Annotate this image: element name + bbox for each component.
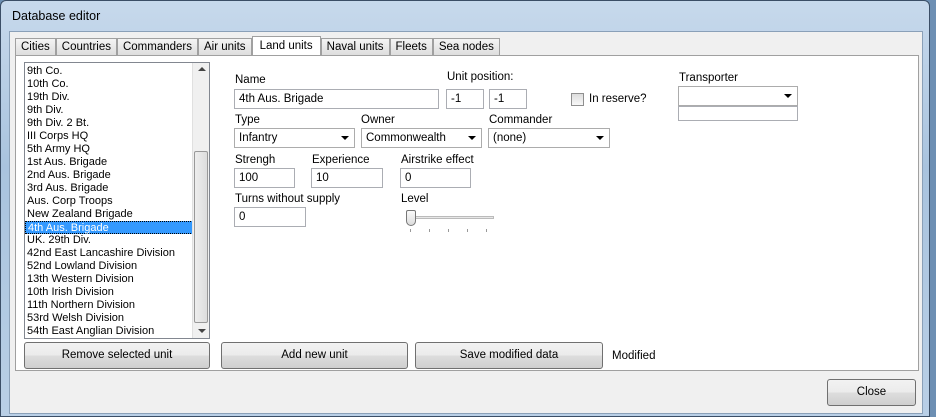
airstrike-input[interactable]: 0: [400, 168, 471, 188]
chevron-down-icon: [596, 136, 604, 140]
list-item[interactable]: 52nd Lowland Division: [25, 260, 209, 273]
list-item[interactable]: 42nd East Lancashire Division: [25, 247, 209, 260]
experience-label: Experience: [312, 154, 370, 166]
tab-air-units[interactable]: Air units: [198, 38, 252, 56]
list-item[interactable]: III Corps HQ: [25, 130, 209, 143]
list-item[interactable]: 19th Div.: [25, 91, 209, 104]
in-reserve-checkbox[interactable]: [571, 93, 584, 106]
list-item[interactable]: Aus. Corp Troops: [25, 195, 209, 208]
client-area: Cities Countries Commanders Air units Land u…: [9, 31, 923, 414]
owner-dropdown[interactable]: Commonwealth: [361, 128, 482, 148]
window-title: Database editor: [12, 9, 101, 23]
transporter-dropdown[interactable]: [678, 86, 798, 106]
list-item[interactable]: 11th Northern Division: [25, 299, 209, 312]
turns-input[interactable]: 0: [234, 207, 306, 227]
chevron-down-icon: [468, 136, 476, 140]
transporter-list[interactable]: [678, 106, 798, 121]
list-item[interactable]: 1st Aus. Brigade: [25, 156, 209, 169]
commander-dropdown[interactable]: (none): [488, 128, 610, 148]
turns-label: Turns without supply: [235, 193, 341, 205]
list-item[interactable]: 3rd Aus. Brigade: [25, 182, 209, 195]
chevron-down-icon: [784, 94, 792, 98]
chevron-down-icon: [341, 136, 349, 140]
list-item[interactable]: 9th Div. 2 Bt.: [25, 117, 209, 130]
name-label: Name: [235, 74, 266, 86]
list-item[interactable]: 54th East Anglian Division: [25, 325, 209, 338]
list-item[interactable]: 5th Army HQ: [25, 143, 209, 156]
tab-commanders[interactable]: Commanders: [116, 38, 199, 56]
owner-label: Owner: [361, 114, 395, 126]
tab-cities[interactable]: Cities: [15, 38, 56, 56]
scroll-down-icon[interactable]: [198, 329, 206, 333]
land-units-panel: 9th Co. 10th Co. 19th Div. 9th Div. 9th Div.…: [15, 55, 919, 371]
list-item[interactable]: 4th Aus. Brigade: [25, 221, 209, 234]
in-reserve-label: In reserve?: [589, 93, 647, 105]
type-dropdown[interactable]: Infantry: [234, 128, 355, 148]
experience-input[interactable]: 10: [311, 168, 383, 188]
level-label: Level: [401, 193, 429, 205]
strength-label: Strengh: [235, 154, 276, 166]
add-unit-button[interactable]: Add new unit: [221, 342, 408, 369]
list-item[interactable]: 10th Irish Division: [25, 286, 209, 299]
list-item[interactable]: New Zealand Brigade: [25, 208, 209, 221]
unit-list[interactable]: 9th Co. 10th Co. 19th Div. 9th Div. 9th Div.…: [24, 62, 210, 339]
list-item[interactable]: 9th Div.: [25, 104, 209, 117]
airstrike-label: Airstrike effect: [401, 154, 474, 166]
strength-input[interactable]: 100: [234, 168, 295, 188]
name-input[interactable]: 4th Aus. Brigade: [234, 89, 439, 109]
slider-thumb[interactable]: [406, 210, 416, 226]
close-button[interactable]: Close: [827, 379, 916, 406]
commander-label: Commander: [489, 114, 553, 126]
tab-bar: Cities Countries Commanders Air units Land u…: [15, 36, 500, 57]
scroll-up-icon[interactable]: [198, 67, 206, 71]
list-item[interactable]: 13th Western Division: [25, 273, 209, 286]
remove-unit-button[interactable]: Remove selected unit: [24, 342, 210, 369]
position-label: Unit position:: [447, 71, 514, 83]
tab-fleets[interactable]: Fleets: [389, 38, 433, 56]
list-item[interactable]: 10th Co.: [25, 78, 209, 91]
tab-countries[interactable]: Countries: [55, 38, 117, 56]
database-editor-window: Database editor Cities Countries Commander…: [0, 0, 930, 417]
list-item[interactable]: UK. 29th Div.: [25, 234, 209, 247]
save-data-button[interactable]: Save modified data: [415, 342, 603, 369]
list-scrollbar[interactable]: [192, 63, 209, 338]
transporter-label: Transporter: [679, 72, 739, 84]
scroll-thumb[interactable]: [194, 151, 208, 323]
tab-sea-nodes[interactable]: Sea nodes: [432, 38, 500, 56]
tab-land-units[interactable]: Land units: [251, 36, 321, 57]
position-x-input[interactable]: -1: [446, 89, 484, 109]
status-text: Modified: [612, 350, 656, 362]
position-y-input[interactable]: -1: [489, 89, 527, 109]
tab-naval-units[interactable]: Naval units: [320, 38, 390, 56]
list-item[interactable]: 53rd Welsh Division: [25, 312, 209, 325]
level-slider[interactable]: [406, 207, 496, 233]
list-item[interactable]: 2nd Aus. Brigade: [25, 169, 209, 182]
type-label: Type: [235, 114, 260, 126]
list-item[interactable]: 9th Co.: [25, 65, 209, 78]
